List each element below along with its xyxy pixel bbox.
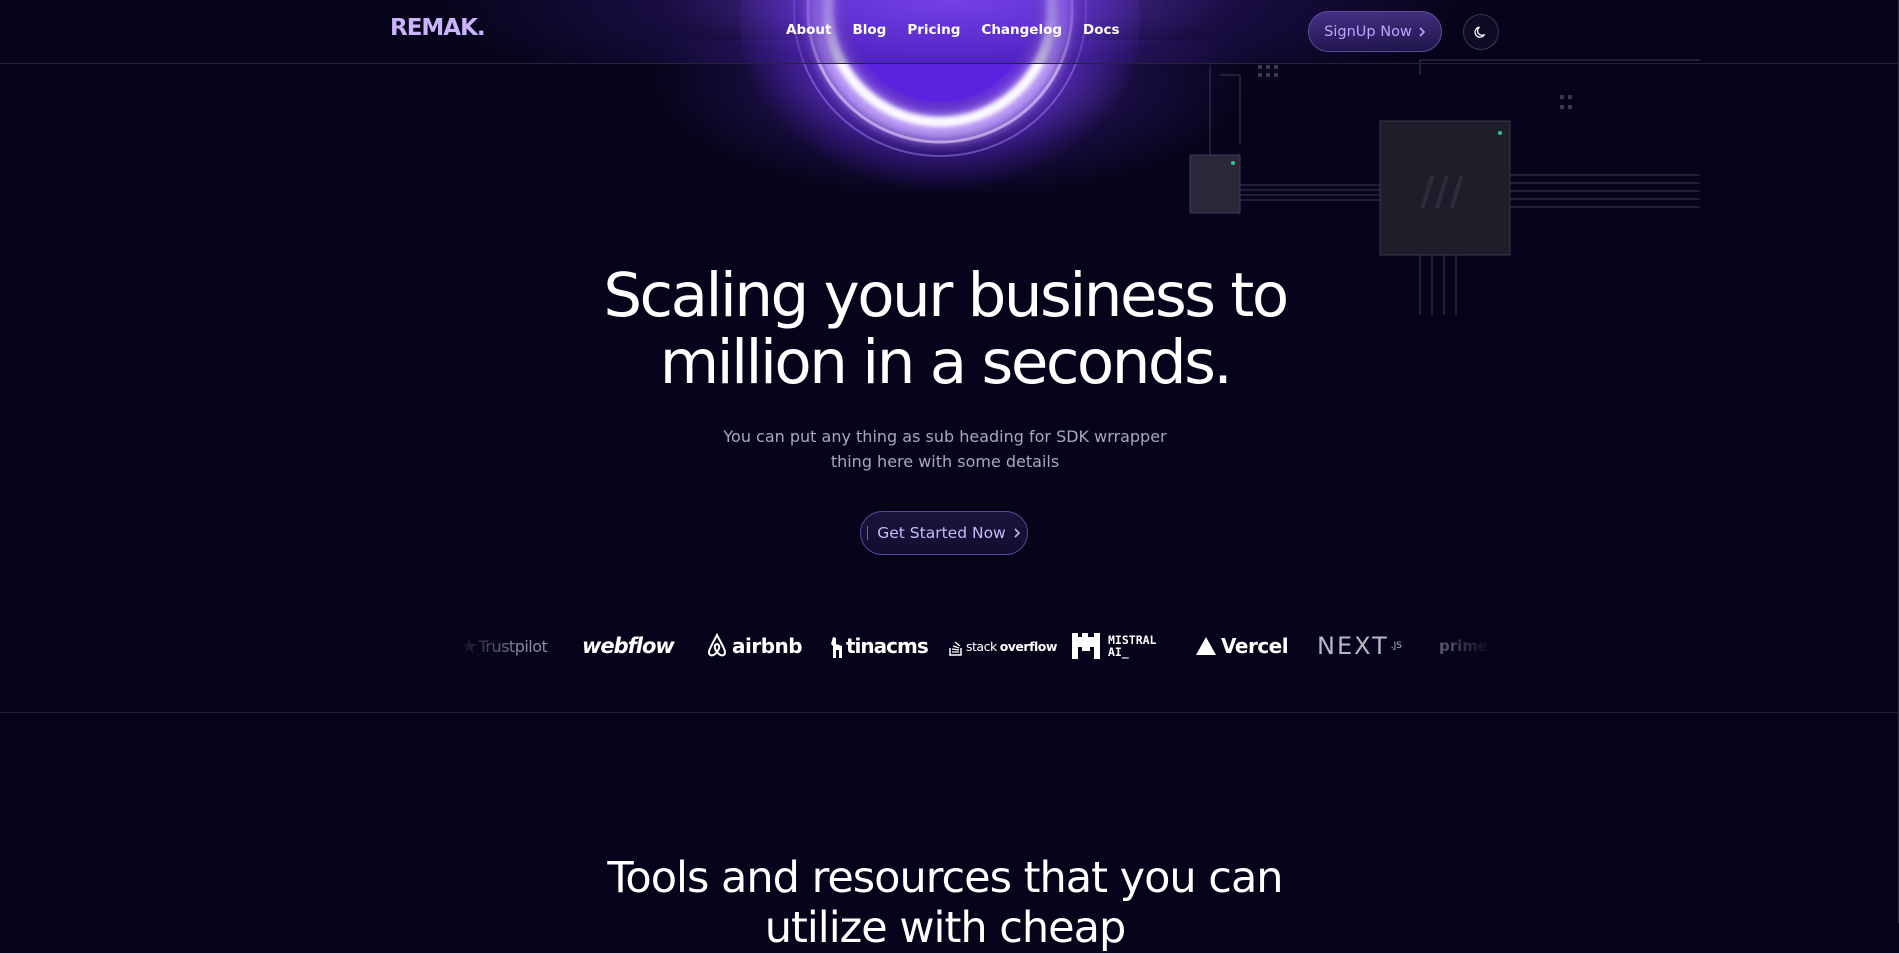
nav-link-blog[interactable]: Blog <box>852 22 886 38</box>
chevron-right-icon <box>1419 26 1425 37</box>
nav-link-changelog[interactable]: Changelog <box>981 22 1062 38</box>
section-divider <box>0 712 1899 713</box>
stackoverflow-logo: stack overflow <box>949 626 1057 666</box>
tinacms-logo: tinacms <box>828 626 929 666</box>
nav-link-docs[interactable]: Docs <box>1083 22 1120 38</box>
hero-title: Scaling your business to million in a se… <box>520 262 1370 396</box>
svg-text:///: /// <box>1420 169 1464 215</box>
brand-logo[interactable]: REMAK. <box>390 15 486 41</box>
airbnb-icon <box>707 633 727 657</box>
llama-icon <box>831 637 842 658</box>
section-title: Tools and resources that you can utilize… <box>607 853 1283 953</box>
stack-icon <box>949 641 962 656</box>
logos-fade-left <box>460 626 520 666</box>
mistral-ai-logo: MISTRAL AI_ <box>1072 626 1156 666</box>
hero-subtitle: You can put any thing as sub heading for… <box>723 427 1167 471</box>
theme-toggle-button[interactable] <box>1463 14 1499 50</box>
top-navbar: REMAK. About Blog Pricing Changelog Docs… <box>0 0 1899 64</box>
nav-link-pricing[interactable]: Pricing <box>907 22 960 38</box>
get-started-button[interactable]: Get Started Now <box>860 511 1028 555</box>
chevron-right-icon <box>1014 528 1020 538</box>
signup-button-label: SignUp Now <box>1324 23 1412 40</box>
nav-link-about[interactable]: About <box>786 22 831 38</box>
triangle-icon <box>1196 637 1216 655</box>
cta-divider <box>867 526 869 540</box>
hero-title-line-1: Scaling your business to <box>603 260 1289 331</box>
get-started-label: Get Started Now <box>877 524 1006 542</box>
airbnb-logo: airbnb <box>705 626 803 666</box>
mistral-icon <box>1072 633 1100 659</box>
nextjs-logo: NEXT .JS <box>1317 632 1403 660</box>
logos-fade-right <box>1422 626 1492 666</box>
signup-button[interactable]: SignUp Now <box>1308 11 1442 52</box>
partner-logos-strip: ★ Trustpilot webflow airbnb tinacms stac… <box>460 626 1492 666</box>
nav-links: About Blog Pricing Changelog Docs <box>786 22 1141 38</box>
moon-icon <box>1474 26 1486 38</box>
webflow-logo: webflow <box>582 634 675 658</box>
hero-title-line-2: million in a seconds. <box>659 327 1233 398</box>
vercel-logo: Vercel <box>1195 626 1289 666</box>
